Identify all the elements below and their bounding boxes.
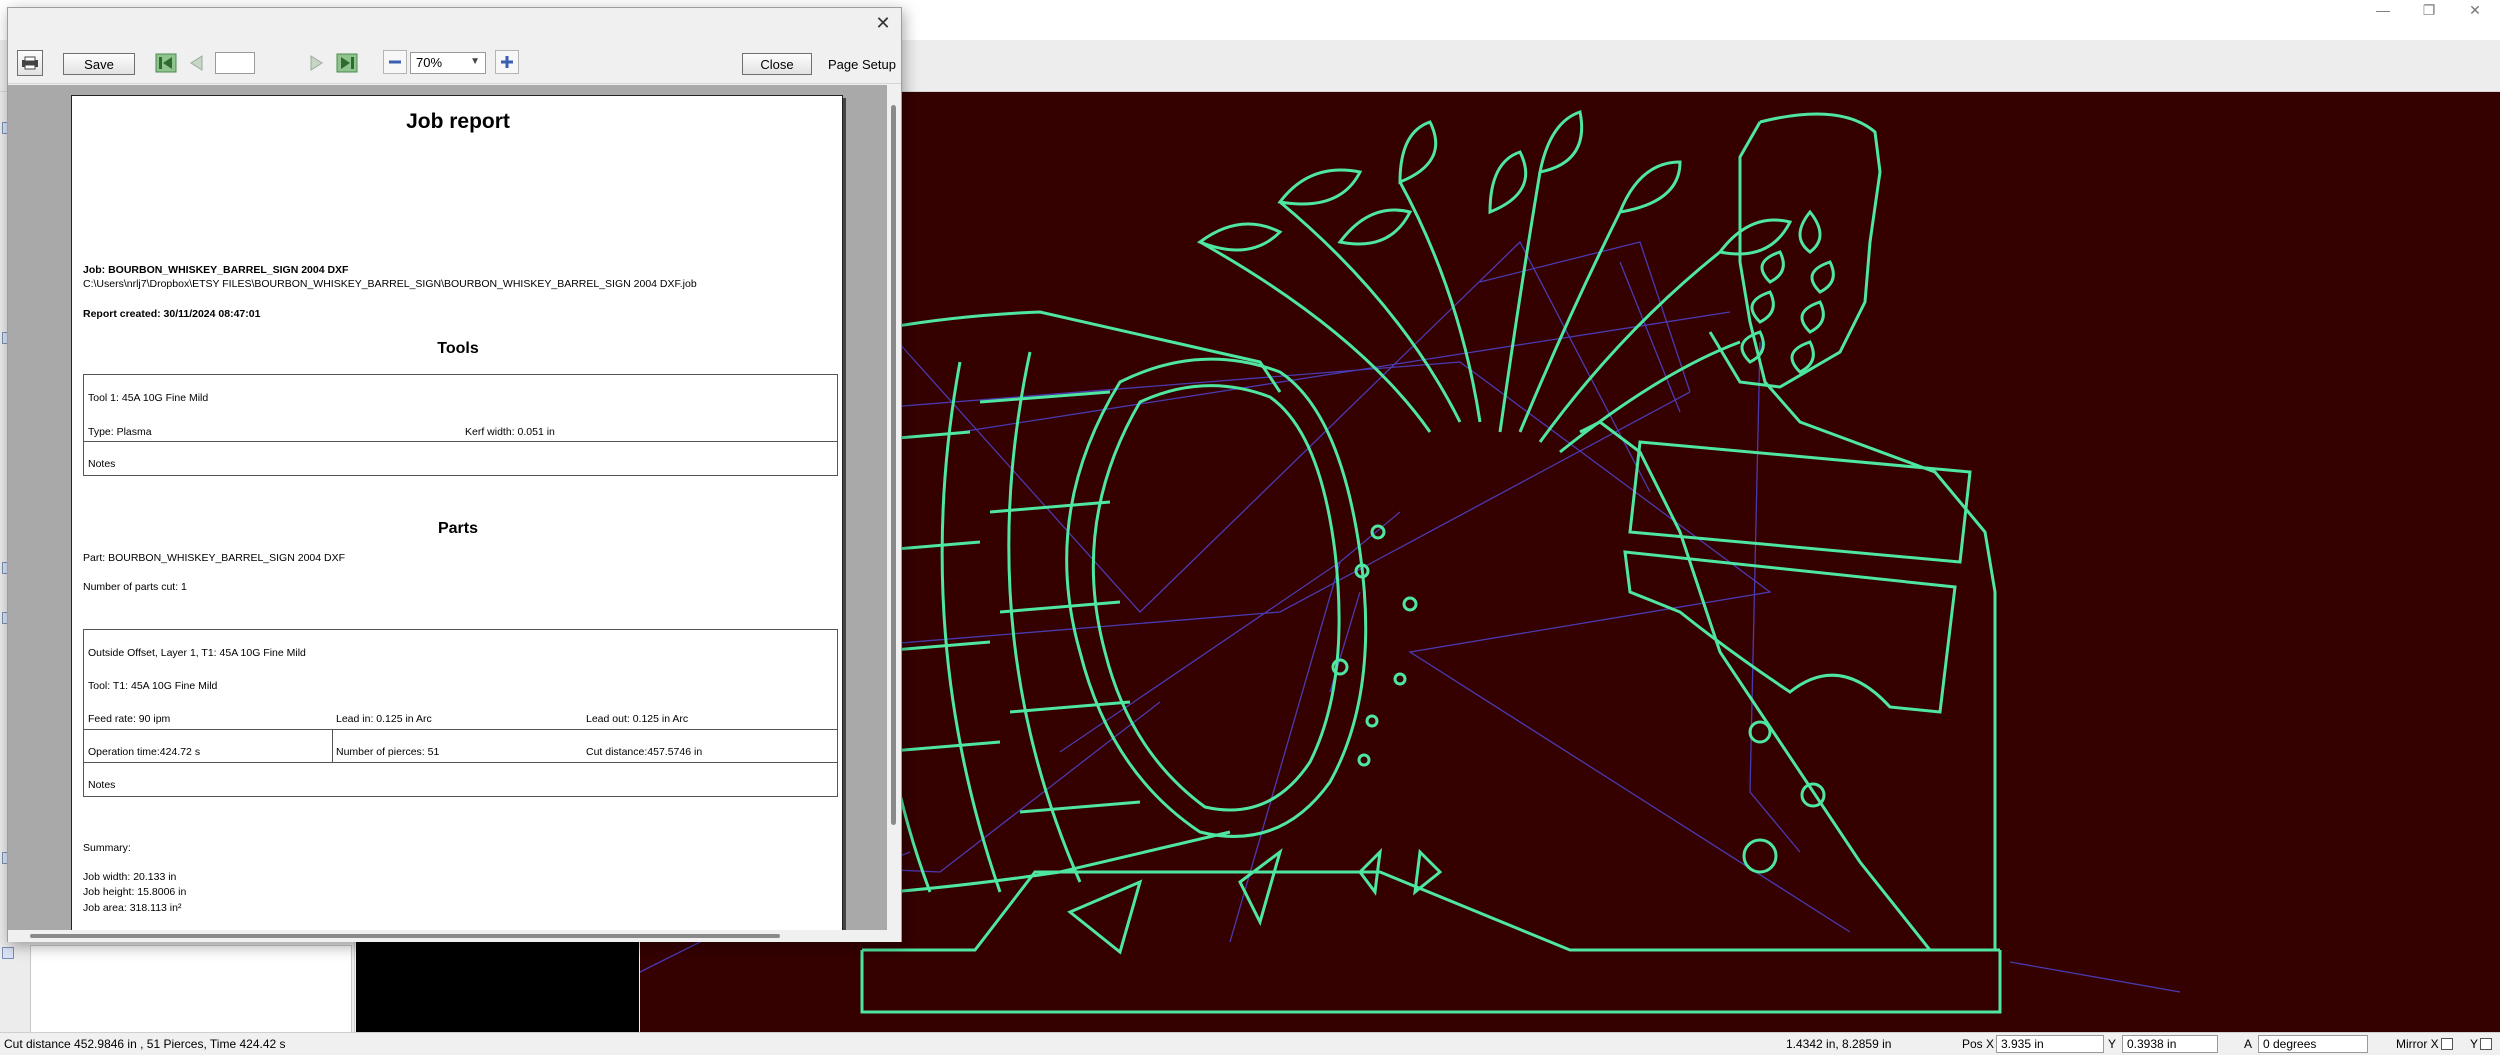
preview-thumbnail xyxy=(356,940,639,1032)
panel-list[interactable] xyxy=(30,945,352,1033)
job-name: Job: BOURBON_WHISKEY_BARREL_SIGN 2004 DX… xyxy=(83,264,349,276)
table-divider xyxy=(332,729,333,762)
mirror-y-label: Y xyxy=(2470,1037,2479,1051)
table-divider xyxy=(83,441,838,442)
drawing-canvas[interactable] xyxy=(640,92,2500,1032)
job-width: Job width: 20.133 in xyxy=(83,871,177,883)
scroll-thumb[interactable] xyxy=(30,934,780,938)
operation-notes: Notes xyxy=(88,779,116,791)
operation-tool: Tool: T1: 45A 10G Fine Mild xyxy=(88,680,218,692)
pos-x-label: Pos X xyxy=(1962,1037,1995,1051)
print-icon[interactable] xyxy=(17,50,43,76)
table-divider xyxy=(83,762,838,763)
dialog-titlebar[interactable]: ✕ xyxy=(8,8,901,38)
wheat-stems xyxy=(1199,171,1741,454)
mount-hole xyxy=(1748,720,1772,744)
pos-x-field[interactable]: 3.935 in xyxy=(1996,1035,2104,1053)
mount-hole xyxy=(1800,782,1826,808)
previous-page-icon[interactable] xyxy=(183,50,209,76)
cursor-coordinates: 1.4342 in, 8.2859 in xyxy=(1786,1037,1892,1051)
cut-summary-text: Cut distance 452.9846 in , 51 Pierces, T… xyxy=(4,1037,286,1051)
close-icon[interactable]: ✕ xyxy=(871,12,895,34)
report-page: Job report Job: BOURBON_WHISKEY_BARREL_S… xyxy=(71,95,843,930)
save-button[interactable]: Save xyxy=(63,53,135,75)
parts-heading: Parts xyxy=(437,520,479,537)
mirror-x-label: Mirror X xyxy=(2396,1037,2439,1051)
status-bar: Cut distance 452.9846 in , 51 Pierces, T… xyxy=(0,1032,2500,1055)
scroll-thumb[interactable] xyxy=(891,105,896,825)
mirror-x-checkbox[interactable]: Mirror X xyxy=(2396,1037,2453,1051)
lead-out: Lead out: 0.125 in Arc xyxy=(586,713,689,725)
part-name: Part: BOURBON_WHISKEY_BARREL_SIGN 2004 D… xyxy=(83,552,346,564)
tool-kerf: Kerf width: 0.051 in xyxy=(465,426,555,438)
job-path: C:\Users\nrlj7\Dropbox\ETSY FILES\BOURBO… xyxy=(83,278,697,290)
base-plate xyxy=(860,950,2002,1014)
preview-toolbar: Save 70% ▼ Close Page Setup xyxy=(8,38,901,84)
wheat-heads xyxy=(1196,110,1793,256)
cut-distance: Cut distance:457.5746 in xyxy=(586,746,703,758)
barrel-head xyxy=(1065,357,1368,838)
angle-field[interactable]: 0 degrees xyxy=(2258,1035,2368,1053)
mount-hole xyxy=(1742,838,1778,874)
page-number-input[interactable] xyxy=(215,52,255,74)
zoom-value: 70% xyxy=(416,55,443,70)
window-close-icon[interactable]: ✕ xyxy=(2452,0,2498,20)
operation-time: Operation time:424.72 s xyxy=(88,746,201,758)
plank-lower xyxy=(1623,550,1957,714)
pos-y-field[interactable]: 0.3938 in xyxy=(2122,1035,2218,1053)
tools-heading: Tools xyxy=(437,340,479,357)
vertical-scrollbar[interactable] xyxy=(887,85,901,930)
feed-rate: Feed rate: 90 ipm xyxy=(88,713,171,725)
report-title: Job report xyxy=(406,110,510,133)
pierce-count: Number of pierces: 51 xyxy=(336,746,440,758)
lead-in: Lead in: 0.125 in Arc xyxy=(336,713,432,725)
board-outline xyxy=(1579,121,1997,952)
grid-table-icon[interactable] xyxy=(2,947,14,959)
report-created: Report created: 30/11/2024 08:47:01 xyxy=(83,308,261,320)
last-page-icon[interactable] xyxy=(334,50,360,76)
pos-y-label: Y xyxy=(2108,1037,2117,1051)
first-page-icon[interactable] xyxy=(153,50,179,76)
page-setup-button[interactable]: Page Setup xyxy=(828,53,896,75)
plank-upper xyxy=(1628,440,1972,564)
operation-name: Outside Offset, Layer 1, T1: 45A 10G Fin… xyxy=(88,647,306,659)
minimize-icon[interactable]: — xyxy=(2360,0,2406,20)
toolpath-drawing xyxy=(640,110,2181,1014)
print-preview-dialog: ✕ Save 70% ▼ Close Page Setup Job report… xyxy=(7,7,902,942)
tool-name: Tool 1: 45A 10G Fine Mild xyxy=(88,392,209,404)
table-divider xyxy=(83,729,838,730)
zoom-select[interactable]: 70% ▼ xyxy=(410,52,486,74)
angle-label: A xyxy=(2244,1037,2253,1051)
next-page-icon[interactable] xyxy=(304,50,330,76)
tool-notes: Notes xyxy=(88,458,116,470)
job-height: Job height: 15.8006 in xyxy=(83,886,187,898)
restore-icon[interactable]: ❐ xyxy=(2406,0,2452,20)
chevron-down-icon: ▼ xyxy=(470,56,480,67)
summary-heading: Summary: xyxy=(83,842,131,854)
preview-area[interactable]: Job report Job: BOURBON_WHISKEY_BARREL_S… xyxy=(8,85,901,930)
tool-type: Type: Plasma xyxy=(88,426,152,438)
parts-cut-count: Number of parts cut: 1 xyxy=(83,581,187,593)
tool-table xyxy=(83,374,838,476)
job-area: Job area: 318.113 in² xyxy=(83,902,182,914)
mirror-y-checkbox[interactable]: Y xyxy=(2470,1037,2493,1051)
zoom-in-icon[interactable] xyxy=(495,50,519,74)
zoom-out-icon[interactable] xyxy=(383,50,407,74)
close-button[interactable]: Close xyxy=(742,53,812,75)
horizontal-scrollbar[interactable] xyxy=(8,930,901,942)
